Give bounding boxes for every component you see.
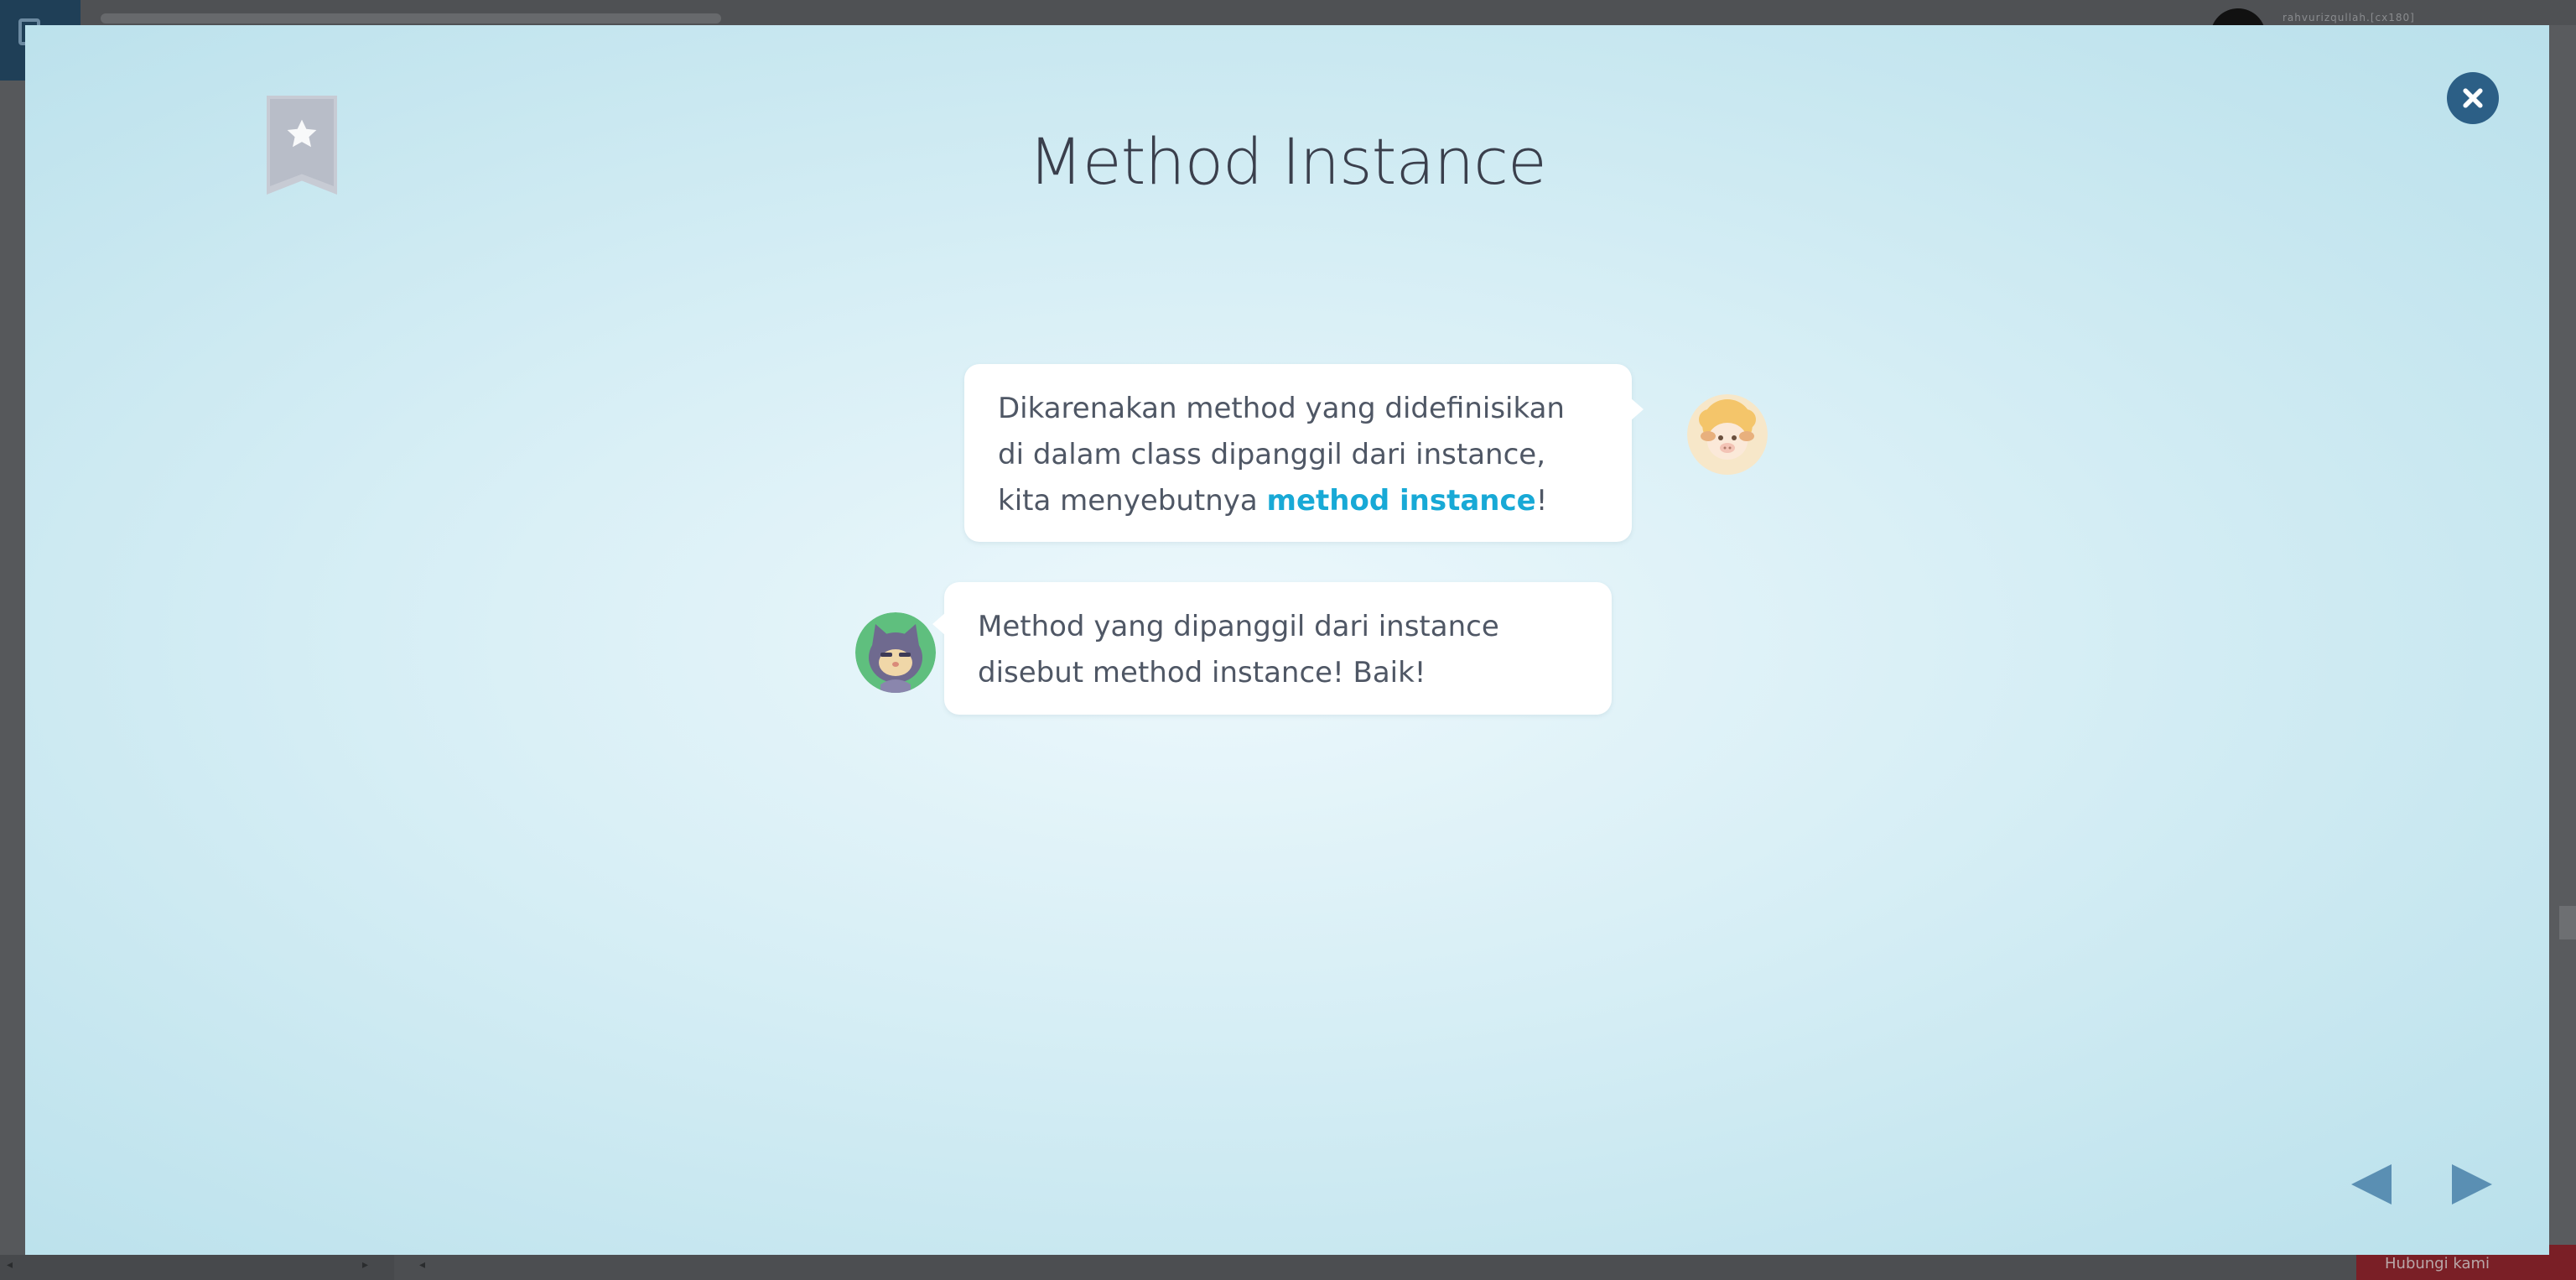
scroll-right-arrow-icon: ▸	[362, 1258, 369, 1272]
background-left-column	[0, 81, 25, 1255]
background-vertical-scrollbar	[2559, 906, 2576, 939]
triangle-left-icon	[2351, 1164, 2392, 1205]
previous-button[interactable]	[2348, 1163, 2393, 1206]
scroll-left-arrow-icon: ◂	[419, 1258, 426, 1272]
highlight-term: method instance	[1266, 484, 1536, 518]
speech-bubble-cat: Method yang dipanggil dari instance dise…	[932, 582, 1612, 715]
lesson-modal: Method Instance Dikarenakan method yang …	[25, 25, 2549, 1255]
lesson-title: Method Instance	[1028, 124, 1546, 199]
background-horizontal-scrollbar	[0, 1255, 394, 1280]
bubble-text-end: !	[1535, 484, 1548, 518]
close-icon	[2463, 88, 2483, 108]
bubble-text: Method yang dipanggil dari instance dise…	[978, 610, 1499, 689]
background-user-label: rahvurizqullah.[cx180]	[2283, 12, 2415, 23]
speech-bubble-sheep: Dikarenakan method yang didefinisikan di…	[964, 364, 1644, 542]
background-search-bar	[101, 13, 721, 23]
close-button[interactable]	[2447, 72, 2499, 124]
cat-avatar-icon	[855, 612, 936, 693]
scroll-left-arrow-icon: ◂	[7, 1258, 13, 1272]
triangle-right-icon	[2452, 1164, 2492, 1205]
next-button[interactable]	[2450, 1163, 2496, 1206]
sheep-avatar-icon	[1687, 394, 1768, 475]
contact-label: Hubungi kami	[2385, 1255, 2490, 1272]
